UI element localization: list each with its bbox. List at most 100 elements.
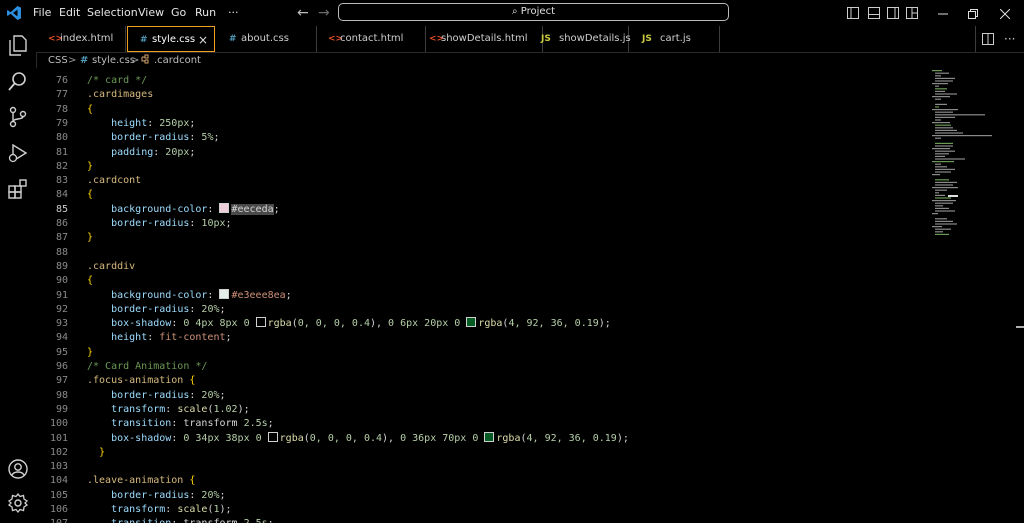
split-editor-icon[interactable] [982,33,994,45]
tab-showdetails-js[interactable]: JS showDetails.js [529,26,631,52]
extensions-icon[interactable] [7,178,29,200]
breadcrumb-file[interactable]: style.css [92,53,135,68]
code-token: ); [237,403,250,415]
code-token: ; [225,218,232,229]
minimap[interactable] [928,68,1008,523]
minimap-line [935,231,943,233]
code-token: 20% [201,489,220,501]
code-token: : [171,432,184,444]
color-swatch-icon[interactable] [219,288,230,299]
code-text: background-color: #eeceda; [87,202,280,217]
restore-icon[interactable] [958,0,988,26]
source-control-icon[interactable] [7,106,29,128]
color-swatch-icon[interactable] [267,431,278,442]
minimize-icon[interactable] [928,0,958,26]
menu-more[interactable]: ··· [228,0,239,26]
code-text: border-radius: 20%; [87,303,225,317]
breadcrumb-folder[interactable]: CSS [48,53,68,68]
close-tab-icon[interactable]: × [198,27,208,53]
close-window-icon[interactable] [990,0,1020,26]
code-line: 103 [36,460,936,474]
tab-index-html[interactable]: <> index.html [36,26,126,52]
tab-label: showDetails.js [559,33,631,44]
toggle-panel-icon[interactable] [868,7,880,19]
code-token: ; [285,289,292,301]
menu-view[interactable]: View [138,0,164,26]
run-debug-icon[interactable] [7,142,29,164]
minimap-line [932,109,958,111]
menu-go[interactable]: Go [171,0,186,26]
code-line: 78 { [36,103,936,117]
code-token: transition [111,418,172,430]
tab-contact-html[interactable]: <> contact.html [316,26,426,52]
code-editor[interactable]: 76 /* card */ 77 .cardimages 78 {79 height: 2… [36,68,1024,523]
code-token: .carddiv [87,260,136,272]
code-token: 10px [201,218,226,229]
vertical-scrollbar[interactable] [1010,68,1024,523]
minimap-line [935,158,965,160]
line-number: 88 [55,246,68,258]
minimap-line [935,168,955,170]
code-token: 4, 92, 36, 0.19 [526,432,617,444]
minimap-line [935,181,957,183]
tab-style-css[interactable]: # style.css × [127,26,215,52]
code-line: 94 height: fit-content; [36,331,936,345]
code-token: { [189,475,196,487]
minimap-line [935,88,947,90]
menu-edit[interactable]: Edit [59,0,80,26]
line-number: 95 [55,346,68,358]
toggle-secondary-sidebar-icon[interactable] [887,7,899,19]
minimap-line [932,96,950,98]
minimap-line [935,93,957,95]
code-token: : [189,489,202,501]
tab-cart-js[interactable]: JS cart.js [630,26,720,52]
explorer-icon[interactable] [7,34,29,56]
search-icon[interactable] [7,70,29,92]
menu-selection[interactable]: Selection [87,0,138,26]
forward-arrow-icon[interactable]: → [318,0,330,26]
color-swatch-icon[interactable] [466,317,477,328]
code-token: ); [219,504,232,515]
code-line: 101 box-shadow: 0 34px 38px 0 rgba(0, 0,… [36,431,936,446]
code-token: : [171,518,183,523]
code-line: 88 [36,246,936,260]
color-swatch-icon[interactable] [219,202,230,213]
settings-gear-icon[interactable] [7,492,29,514]
code-token: 250px [159,117,190,129]
command-center-search[interactable]: ⌕ Project [338,3,729,21]
menu-run[interactable]: Run [195,0,216,26]
minimap-line [935,218,947,220]
minimap-line [935,223,957,225]
customize-layout-icon[interactable] [906,7,918,19]
account-icon[interactable] [7,458,29,480]
code-token: border-radius [111,132,190,144]
code-token: 1.02 [213,403,238,415]
tab-showdetails-html[interactable]: <> showDetails.html [417,26,543,52]
back-arrow-icon[interactable]: ← [297,0,309,26]
menu-file[interactable]: File [33,0,51,26]
code-token: rgba [279,432,304,444]
color-swatch-icon[interactable] [255,317,266,328]
more-actions-icon[interactable]: ··· [1004,26,1015,52]
line-number: 80 [55,132,68,144]
code-text: .leave-animation { [87,474,195,488]
code-token: : [171,418,184,430]
tab-about-css[interactable]: # about.css [217,26,317,52]
minimap-line [935,114,985,116]
color-swatch-icon[interactable] [484,431,495,442]
breadcrumb-symbol[interactable]: .cardcont [154,53,201,68]
css-file-icon: # [80,55,89,66]
code-text: transform: scale(1); [87,503,232,517]
toggle-primary-sidebar-icon[interactable] [847,7,859,19]
minimap-line [935,202,953,204]
minimap-line [935,127,953,129]
minimap-line [935,179,949,181]
code-token: } [87,346,94,358]
code-text: { [87,274,93,288]
line-number: 107 [36,517,68,523]
